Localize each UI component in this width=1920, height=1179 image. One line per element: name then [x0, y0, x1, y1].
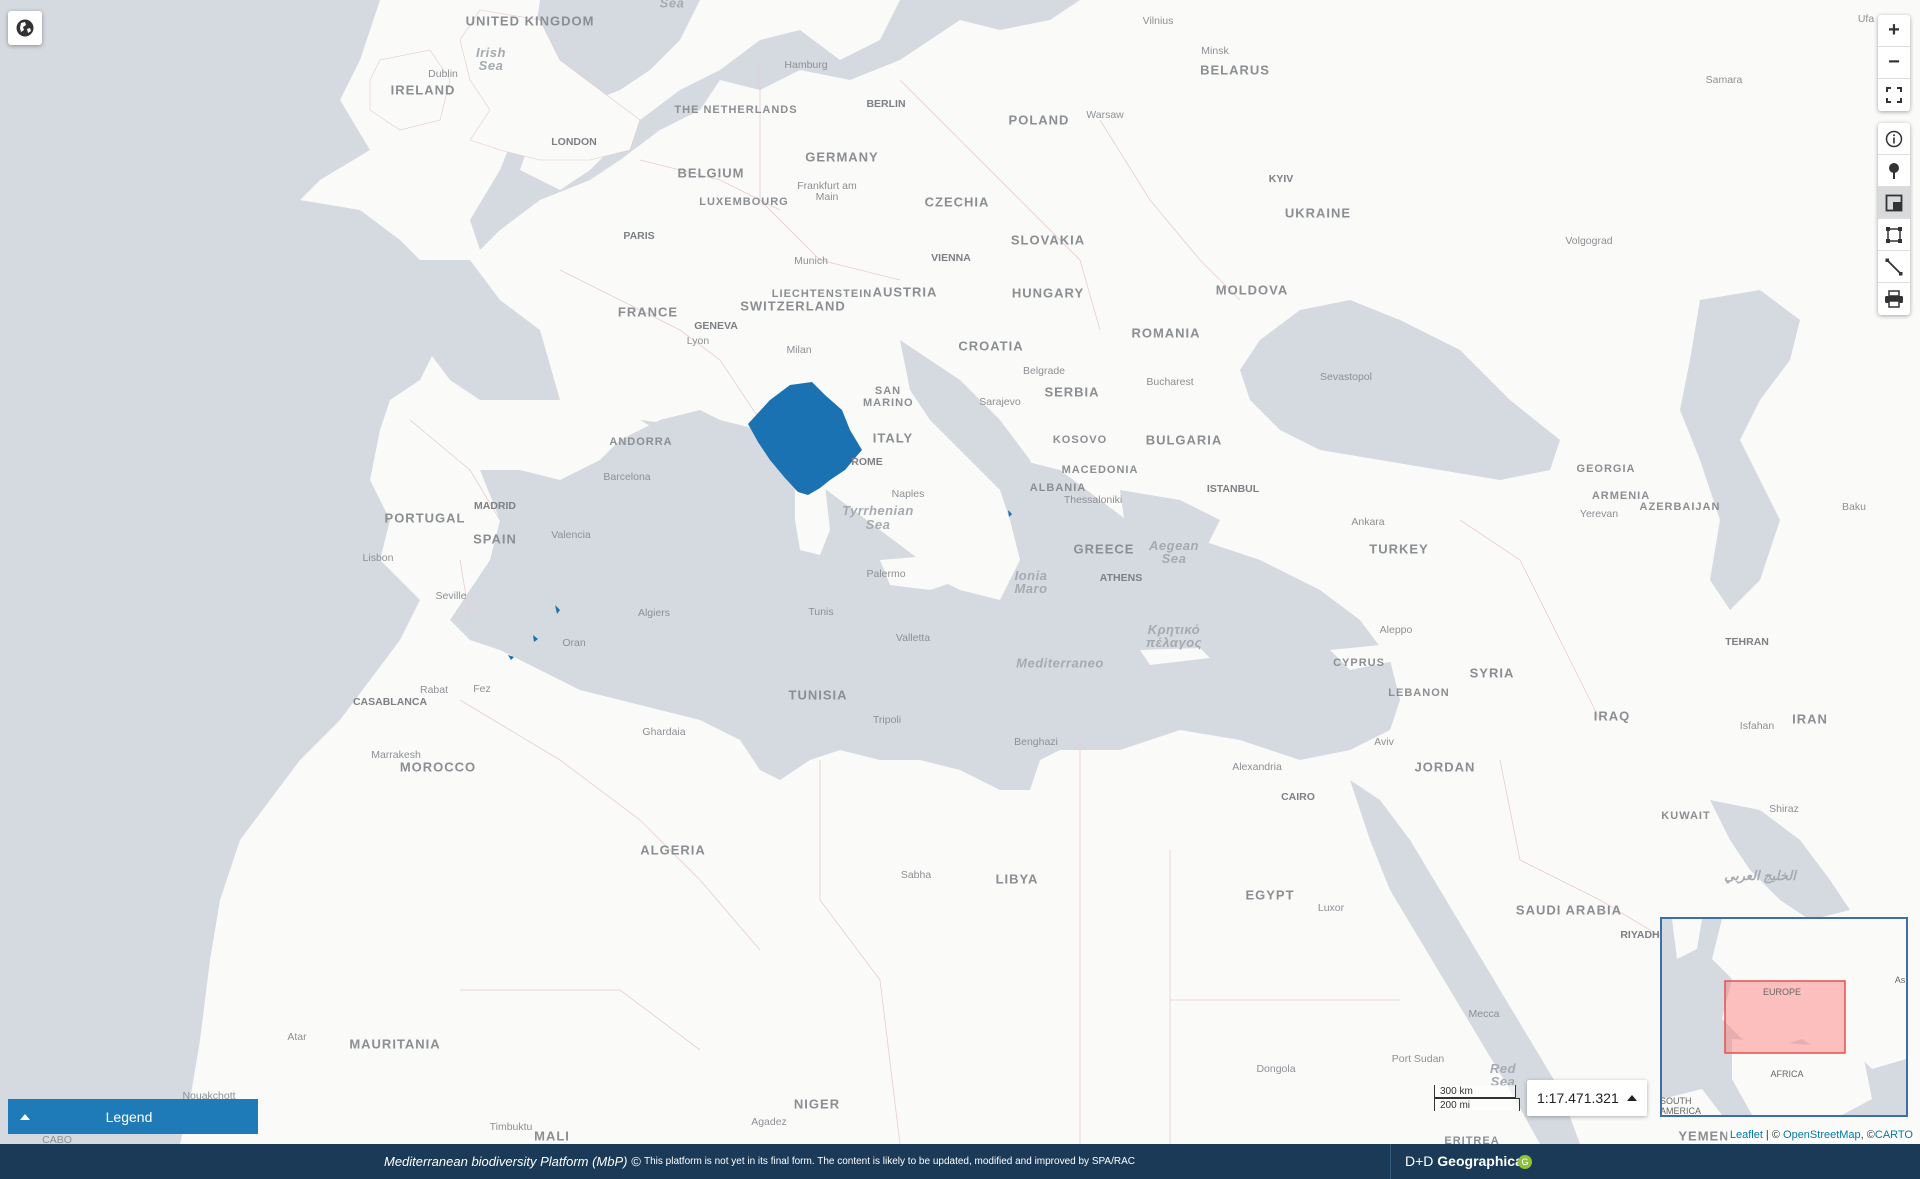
zoom-control: + − — [1878, 15, 1910, 111]
legend-label: Legend — [105, 1108, 153, 1125]
leaflet-link[interactable]: Leaflet — [1730, 1129, 1763, 1141]
map-attribution: Leaflet | © OpenStreetMap, ©CARTO — [1726, 1129, 1916, 1141]
basemap — [0, 0, 1850, 1144]
osm-link[interactable]: OpenStreetMap — [1783, 1129, 1861, 1141]
marker-icon — [1889, 162, 1899, 179]
layer-toggle-button[interactable] — [1878, 187, 1910, 219]
tools-control — [1878, 123, 1910, 315]
scale-ratio-value: 1:17.471.321 — [1537, 1090, 1619, 1106]
legend-toggle-button[interactable]: Legend — [8, 1099, 258, 1134]
footer-bar: Mediterranean biodiversity Platform (MbP… — [0, 1144, 1920, 1179]
map-canvas[interactable]: UNITED KINGDOM IRELAND THE NETHERLANDS B… — [0, 0, 1920, 1144]
caret-up-icon — [20, 1113, 30, 1120]
minimap[interactable]: EUROPE AFRICA SOUTH AMERICA As — [1660, 917, 1908, 1117]
info-icon — [1885, 130, 1903, 147]
zoom-in-button[interactable]: + — [1878, 15, 1910, 47]
caspian-sea — [1680, 290, 1800, 610]
measure-line-button[interactable] — [1878, 251, 1910, 283]
measure-line-icon — [1885, 258, 1903, 275]
fullscreen-button[interactable] — [1878, 79, 1910, 111]
mediterranean-sea — [450, 410, 1400, 790]
brand-name: Geographica — [1437, 1153, 1523, 1169]
scale-bar: 300 km 200 mi — [1434, 1085, 1520, 1111]
fullscreen-icon — [1886, 87, 1902, 103]
adriatic-sea — [900, 340, 1040, 510]
zoom-out-button[interactable]: − — [1878, 47, 1910, 79]
print-button[interactable] — [1878, 283, 1910, 315]
attribution-separator: | © — [1762, 1129, 1784, 1141]
ireland-land — [369, 49, 451, 131]
globe-icon — [16, 19, 34, 37]
scale-mi: 200 mi — [1434, 1098, 1520, 1111]
brand-prefix: D+D — [1405, 1153, 1438, 1169]
carto-link[interactable]: CARTO — [1875, 1129, 1913, 1141]
bay-of-biscay — [420, 260, 560, 400]
platform-note: This platform is not yet in its final fo… — [644, 1156, 1135, 1167]
marker-button[interactable] — [1878, 155, 1910, 187]
black-sea — [1240, 300, 1560, 480]
attribution-carto-prefix: , © — [1860, 1129, 1875, 1141]
atlantic-ocean — [0, 0, 470, 1144]
persian-gulf — [1710, 800, 1850, 920]
scale-ratio-select[interactable]: 1:17.471.321 — [1527, 1080, 1647, 1116]
footer-divider — [1390, 1144, 1391, 1179]
rectangle-icon — [1886, 226, 1902, 243]
print-icon — [1885, 290, 1903, 308]
info-button[interactable] — [1878, 123, 1910, 155]
basemap-switch-button[interactable] — [8, 11, 42, 45]
draw-rectangle-button[interactable] — [1878, 219, 1910, 251]
scale-km: 300 km — [1434, 1085, 1516, 1098]
minimap-viewport — [1724, 980, 1846, 1054]
minimap-canvas — [1662, 919, 1906, 1115]
caret-up-icon — [1627, 1095, 1637, 1101]
platform-title: Mediterranean biodiversity Platform (MbP… — [384, 1154, 641, 1169]
brand-badge-icon: G — [1518, 1155, 1532, 1169]
layer-toggle-icon — [1885, 194, 1903, 211]
brand-logo[interactable]: D+D Geographica — [1405, 1153, 1523, 1169]
